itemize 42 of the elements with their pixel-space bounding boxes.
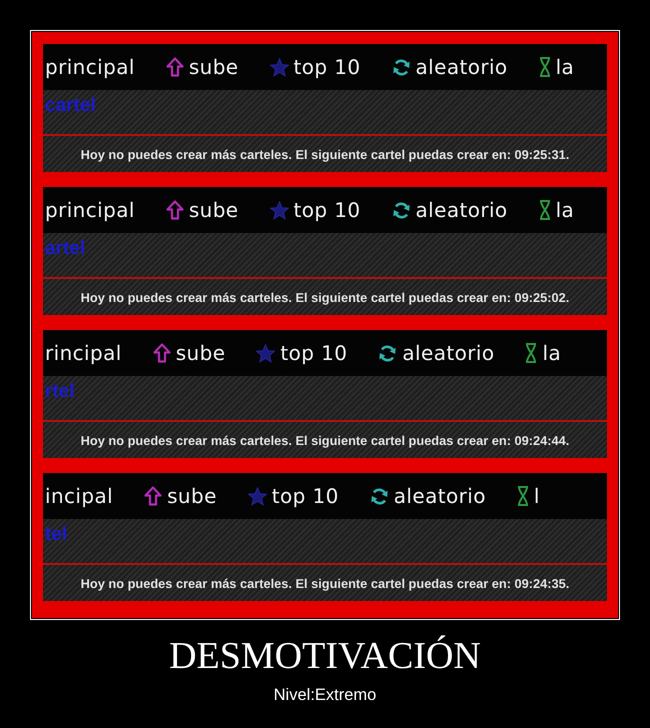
hourglass-icon [538, 200, 551, 220]
nav-link[interactable]: top 10 [248, 484, 339, 508]
nav-link[interactable]: top 10 [256, 341, 348, 365]
hourglass-icon [516, 486, 529, 506]
nav-link[interactable]: rincipal [45, 341, 122, 365]
nav-link[interactable]: sube [166, 55, 239, 79]
poster-title: DESMOTIVACIÓN [169, 635, 481, 677]
refresh-icon [392, 58, 410, 76]
poster-subtitle: Nivel:Extremo [274, 686, 376, 705]
up-arrow-icon [166, 200, 184, 220]
nav-link[interactable]: aleatorio [392, 198, 508, 222]
star-icon [270, 58, 289, 76]
nav-link[interactable]: sube [152, 341, 226, 365]
nav-link[interactable]: top 10 [270, 55, 360, 79]
nav-link[interactable]: la [538, 55, 574, 79]
refresh-icon [378, 344, 398, 362]
up-arrow-icon [144, 486, 162, 506]
notice-text: Hoy no puedes crear más carteles. El siguiente cartel puedas crear en: 09:25:02. [80, 290, 570, 304]
refresh-icon [370, 486, 389, 506]
nav-link[interactable]: incipal [45, 484, 114, 508]
nav-link[interactable]: sube [144, 484, 217, 508]
nav-link[interactable]: la [525, 341, 562, 365]
star-icon [256, 344, 276, 362]
notice-text: Hoy no puedes crear más carteles. El siguiente cartel puedas crear en: 09:24:35. [80, 576, 570, 590]
hourglass-icon [538, 57, 551, 77]
nav-link[interactable]: sube [166, 198, 239, 222]
nav-link[interactable]: top 10 [270, 198, 360, 222]
nav-link[interactable]: la [538, 198, 574, 222]
nav-link[interactable]: aleatorio [392, 55, 508, 79]
notice-text: Hoy no puedes crear más carteles. El siguiente cartel puedas crear en: 09:24:44. [80, 432, 570, 448]
up-arrow-icon [152, 343, 171, 363]
notice-text: Hoy no puedes crear más carteles. El siguiente cartel puedas crear en: 09:25:31. [80, 146, 570, 162]
nav-link[interactable]: l [516, 484, 540, 508]
nav-link[interactable]: principal [45, 198, 135, 222]
star-icon [270, 200, 289, 220]
nav-link[interactable]: aleatorio [370, 484, 486, 508]
hourglass-icon [525, 343, 538, 363]
refresh-icon [392, 200, 410, 220]
nav-link[interactable]: aleatorio [378, 341, 494, 365]
star-icon [248, 486, 267, 506]
up-arrow-icon [166, 57, 184, 77]
nav-link[interactable]: principal [45, 55, 135, 79]
